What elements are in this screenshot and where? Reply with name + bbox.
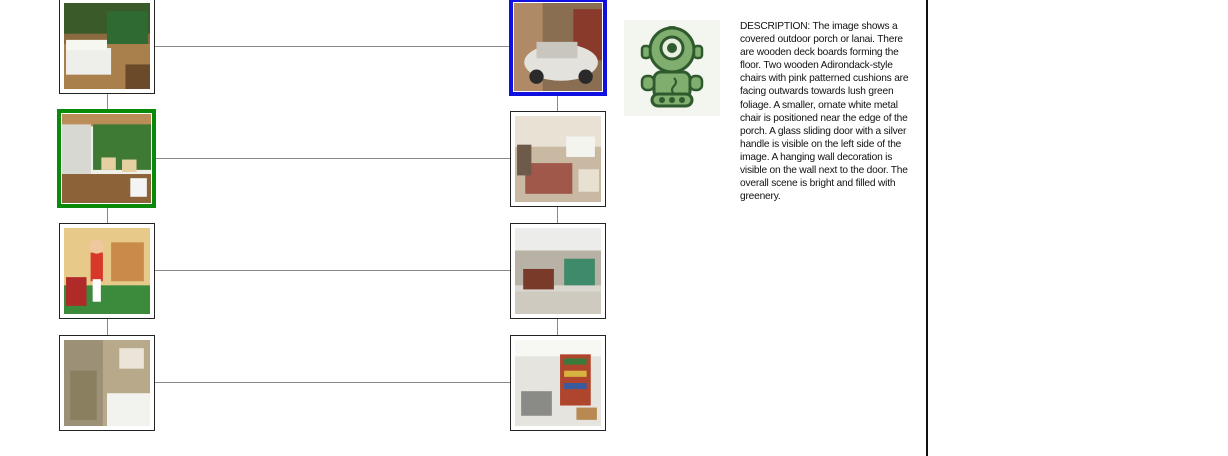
playroom-photo <box>64 228 150 314</box>
left-thumbnail-porch[interactable] <box>57 109 156 208</box>
lobby-photo <box>515 228 601 314</box>
robot-icon <box>640 26 704 108</box>
porch-photo <box>62 114 151 203</box>
row-connector-3 <box>155 270 510 271</box>
row-connector-4 <box>155 382 510 383</box>
living-room-photo <box>515 116 601 202</box>
row-connector-2 <box>155 158 510 159</box>
left-thumbnail-bedroom[interactable] <box>59 0 155 94</box>
row-connector-1 <box>155 46 510 47</box>
car-garage-photo <box>514 3 602 91</box>
right-thumbnail-store-interior[interactable] <box>510 335 606 431</box>
bedroom-photo <box>64 3 150 89</box>
panel-divider <box>926 0 928 456</box>
left-thumbnail-playroom[interactable] <box>59 223 155 319</box>
image-description: DESCRIPTION: The image shows a covered o… <box>740 21 909 203</box>
bathroom-photo <box>64 340 150 426</box>
store-interior-photo <box>515 340 601 426</box>
left-thumbnail-bathroom[interactable] <box>59 335 155 431</box>
right-thumbnail-lobby[interactable] <box>510 223 606 319</box>
right-thumbnail-living-room[interactable] <box>510 111 606 207</box>
right-thumbnail-car-garage[interactable] <box>509 0 607 96</box>
robot-avatar <box>624 20 720 116</box>
